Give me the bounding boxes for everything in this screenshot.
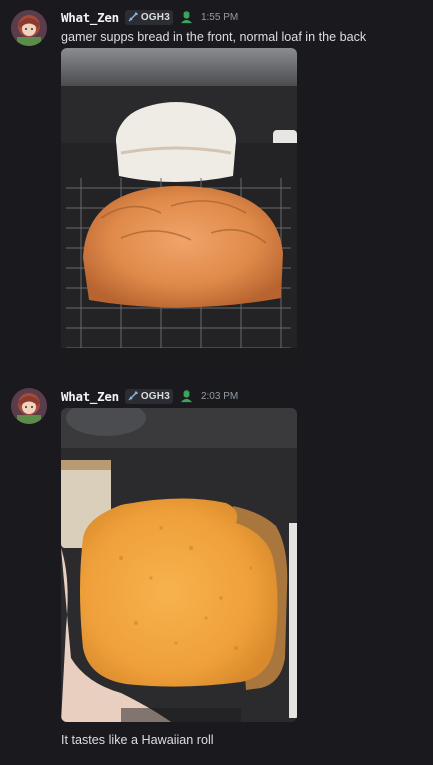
guild-tag[interactable]: OGH3 bbox=[124, 9, 173, 25]
chat-log: What_Zen OGH3 1:55 PM gamer supps bread … bbox=[0, 0, 433, 765]
sword-icon bbox=[128, 11, 138, 22]
message-text: gamer supps bread in the front, normal l… bbox=[61, 30, 367, 44]
message-1: What_Zen OGH3 1:55 PM gamer supps bread … bbox=[0, 0, 433, 370]
guild-tag[interactable]: OGH3 bbox=[124, 388, 173, 404]
bread-photo-image bbox=[61, 48, 297, 363]
avatar[interactable] bbox=[11, 388, 47, 424]
message-header: What_Zen OGH3 2:03 PM bbox=[61, 387, 238, 405]
sword-icon bbox=[128, 390, 138, 401]
message-2: What_Zen OGH3 2:03 PM It tastes like a H… bbox=[0, 380, 433, 765]
leaf-badge-icon bbox=[180, 10, 193, 23]
leaf-badge-icon bbox=[180, 389, 193, 402]
avatar[interactable] bbox=[11, 10, 47, 46]
message-header: What_Zen OGH3 1:55 PM bbox=[61, 8, 238, 26]
image-attachment[interactable] bbox=[61, 48, 297, 363]
username[interactable]: What_Zen bbox=[61, 389, 119, 404]
username[interactable]: What_Zen bbox=[61, 10, 119, 25]
image-attachment[interactable] bbox=[61, 408, 297, 722]
bread-slice-photo-image bbox=[61, 408, 297, 722]
guild-tag-label: OGH3 bbox=[140, 11, 170, 23]
timestamp: 1:55 PM bbox=[200, 11, 239, 23]
message-text: It tastes like a Hawaiian roll bbox=[61, 733, 214, 747]
timestamp: 2:03 PM bbox=[200, 390, 239, 402]
guild-tag-label: OGH3 bbox=[140, 390, 170, 402]
